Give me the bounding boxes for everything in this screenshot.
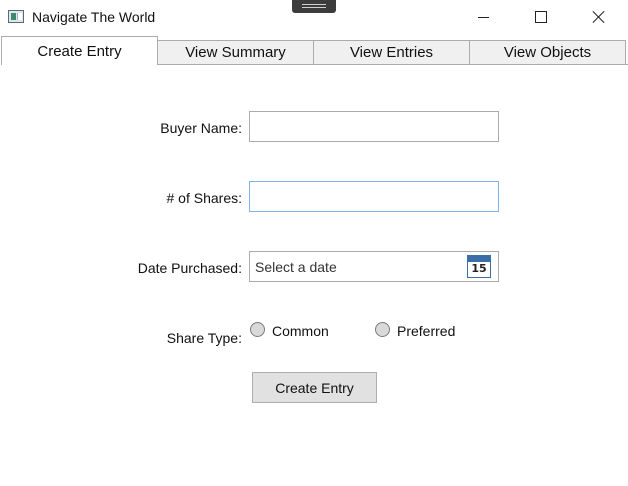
radio-preferred[interactable] <box>375 322 390 337</box>
date-placeholder: Select a date <box>255 259 337 275</box>
date-picker[interactable]: Select a date 15 <box>249 251 499 282</box>
drag-handle[interactable] <box>292 0 336 13</box>
date-purchased-label: Date Purchased: <box>137 260 242 276</box>
radio-common[interactable] <box>250 322 265 337</box>
tab-view-objects[interactable]: View Objects <box>469 40 626 64</box>
tab-strip: Create Entry View Summary View Entries V… <box>0 36 628 65</box>
minimize-icon <box>477 16 489 18</box>
app-window-icon <box>8 10 24 23</box>
close-button[interactable] <box>570 0 628 34</box>
calendar-icon[interactable]: 15 <box>467 255 491 278</box>
close-icon <box>592 10 606 24</box>
radio-preferred-label[interactable]: Preferred <box>397 323 455 339</box>
shares-label: # of Shares: <box>166 190 243 206</box>
radio-common-label[interactable]: Common <box>272 323 329 339</box>
buyer-name-label: Buyer Name: <box>160 120 242 136</box>
tab-create-entry[interactable]: Create Entry <box>1 36 158 65</box>
tab-view-entries[interactable]: View Entries <box>313 40 470 64</box>
tab-view-summary[interactable]: View Summary <box>157 40 314 64</box>
minimize-button[interactable] <box>454 0 512 34</box>
maximize-button[interactable] <box>512 0 570 34</box>
share-type-label: Share Type: <box>166 330 242 346</box>
maximize-icon <box>535 11 547 23</box>
create-entry-button[interactable]: Create Entry <box>252 372 377 403</box>
window-title: Navigate The World <box>32 9 156 25</box>
shares-input[interactable] <box>249 181 499 212</box>
title-bar: Navigate The World <box>0 0 628 34</box>
buyer-name-input[interactable] <box>249 111 499 142</box>
tab-divider <box>157 64 628 65</box>
calendar-day: 15 <box>471 262 487 275</box>
